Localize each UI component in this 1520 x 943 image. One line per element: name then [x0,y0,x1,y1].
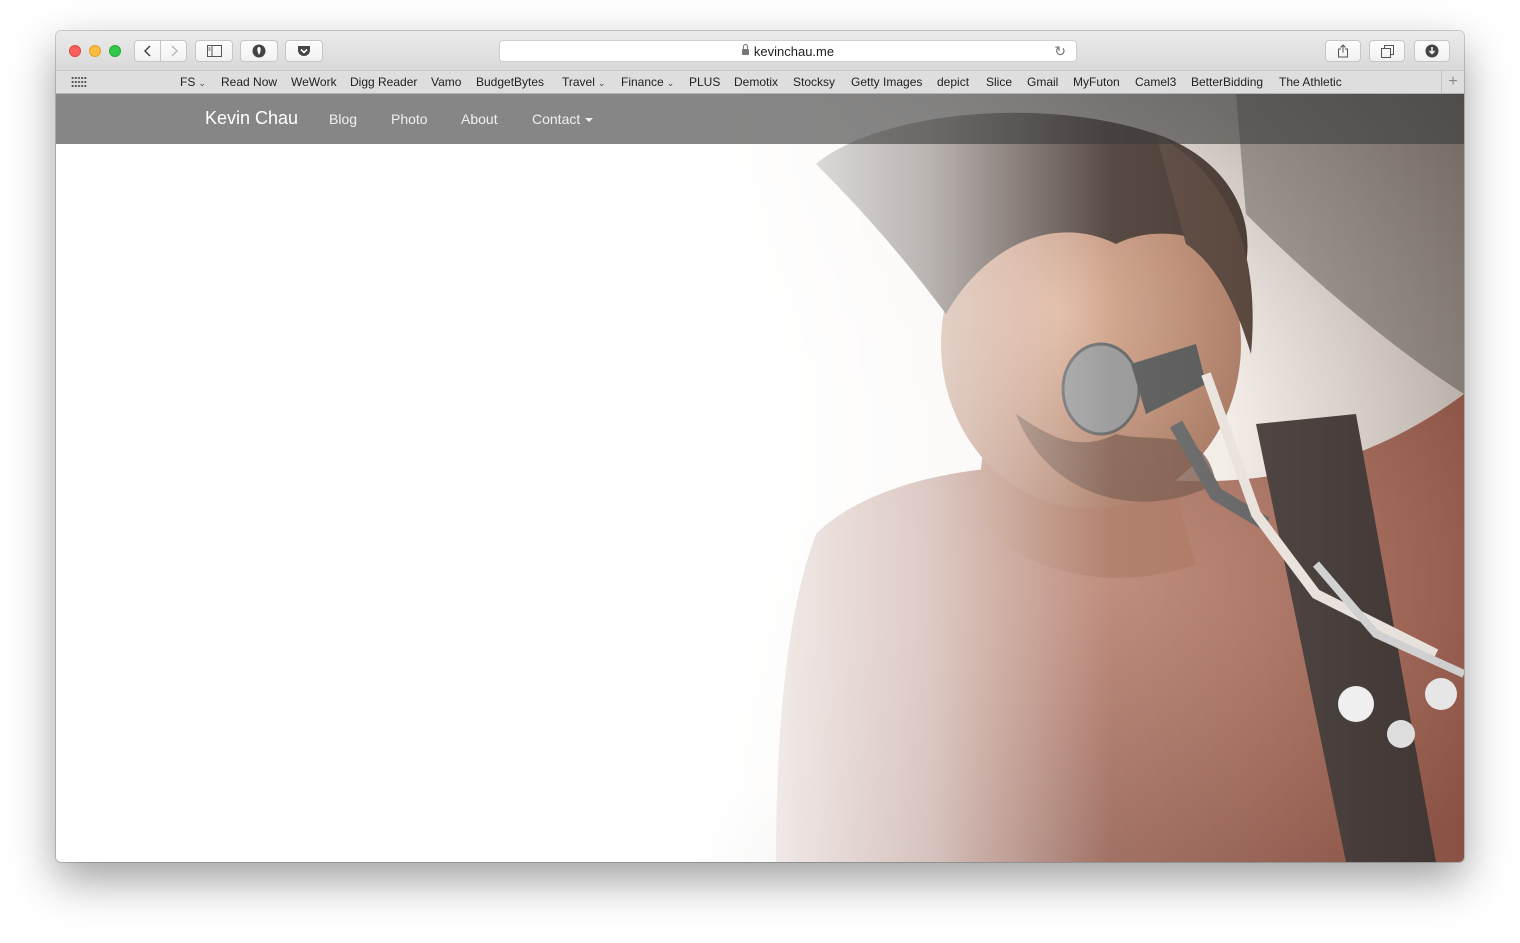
bookmark-label: Stocksy [793,75,836,89]
bookmark-item[interactable]: Slice [986,75,1012,89]
hero-photo [56,94,1464,862]
bookmark-label: Gmail [1027,75,1059,89]
share-icon [1338,44,1348,58]
minimize-window-button[interactable] [89,45,101,57]
reload-icon[interactable]: ↻ [1054,43,1066,60]
downloads-button[interactable] [1414,40,1450,62]
bookmark-item[interactable]: Camel3 [1135,75,1176,89]
maximize-window-button[interactable] [109,45,121,57]
bookmark-item[interactable]: FS ⌄ [180,75,206,89]
pocket-icon [298,46,310,56]
bookmark-label: FS [180,75,196,89]
share-button[interactable] [1325,40,1361,62]
shield-icon [252,44,266,58]
nav-contact-dropdown[interactable]: Contact [532,111,594,127]
sidebar-button[interactable] [195,40,233,62]
bookmark-item[interactable]: depict [937,75,969,89]
bookmark-label: BetterBidding [1191,75,1264,89]
nav-blog-link[interactable]: Blog [329,111,357,127]
bookmark-item[interactable]: WeWork [291,75,337,89]
chevron-left-icon [143,45,151,57]
sidebar-icon [206,45,222,57]
apps-grid-icon[interactable] [71,76,87,88]
bookmark-label: Read Now [221,75,278,89]
bookmark-item[interactable]: Getty Images [851,75,922,89]
bookmarks-bar: FS ⌄ Read Now WeWork Digg Reader Vamo BudgetBy… [56,70,1464,94]
address-bar[interactable]: kevinchau.me ↻ [499,40,1077,62]
bookmark-item[interactable]: Vamo [431,75,461,89]
history-buttons [134,40,187,62]
bookmark-item[interactable]: Digg Reader [350,75,417,89]
bookmark-item[interactable]: The Athletic [1279,75,1342,89]
bookmark-item[interactable]: Demotix [734,75,778,89]
lock-icon [741,44,749,55]
bookmark-label: depict [937,75,970,89]
bookmark-label: WeWork [291,75,337,89]
chevron-down-icon: ⌄ [597,78,606,88]
nav-about-link[interactable]: About [461,111,498,127]
tabs-icon [1380,44,1394,58]
bookmark-item[interactable]: Stocksy [793,75,835,89]
tabs-button[interactable] [1369,40,1405,62]
bookmark-item[interactable]: Finance ⌄ [621,75,674,89]
page-content: Kevin Chau Blog Photo About Contact [56,94,1464,862]
bookmark-label: Camel3 [1135,75,1177,89]
bookmark-label: The Athletic [1279,75,1342,89]
nav-photo-link[interactable]: Photo [391,111,428,127]
browser-window: kevinchau.me ↻ FS ⌄ Read Now WeWork Digg Rea… [56,31,1464,862]
bookmark-label: Finance [621,75,664,89]
bookmark-item[interactable]: Gmail [1027,75,1058,89]
chevron-down-icon: ⌄ [198,78,206,88]
url-text: kevinchau.me [753,43,835,59]
bookmark-label: MyFuton [1073,75,1120,89]
plus-icon[interactable]: + [1441,71,1464,93]
bookmark-label: Digg Reader [350,75,418,89]
download-icon [1425,44,1439,58]
bookmark-item[interactable]: BudgetBytes [476,75,544,89]
bookmark-label: Vamo [431,75,462,89]
bookmark-label: PLUS [689,75,721,89]
site-navbar: Kevin Chau Blog Photo About Contact [56,94,1464,144]
bookmark-label: BudgetBytes [476,75,545,89]
caret-down-icon [585,118,594,123]
extension-button[interactable] [240,40,278,62]
forward-button[interactable] [161,40,187,62]
browser-toolbar: kevinchau.me ↻ [56,31,1464,70]
close-window-button[interactable] [69,45,81,57]
bookmark-item[interactable]: Read Now [221,75,277,89]
bookmark-item[interactable]: PLUS [689,75,720,89]
bookmark-item[interactable]: Travel ⌄ [562,75,605,89]
pocket-button[interactable] [285,40,323,62]
bookmark-label: Getty Images [851,75,923,89]
back-button[interactable] [134,40,161,62]
bookmark-label: Demotix [734,75,779,89]
bookmark-label: Slice [986,75,1013,89]
brand-link[interactable]: Kevin Chau [205,108,298,129]
bookmark-item[interactable]: BetterBidding [1191,75,1263,89]
bookmark-label: Travel [562,75,595,89]
contact-label: Contact [532,111,581,127]
chevron-down-icon: ⌄ [666,78,675,88]
chevron-right-icon [170,45,178,57]
bookmark-item[interactable]: MyFuton [1073,75,1120,89]
